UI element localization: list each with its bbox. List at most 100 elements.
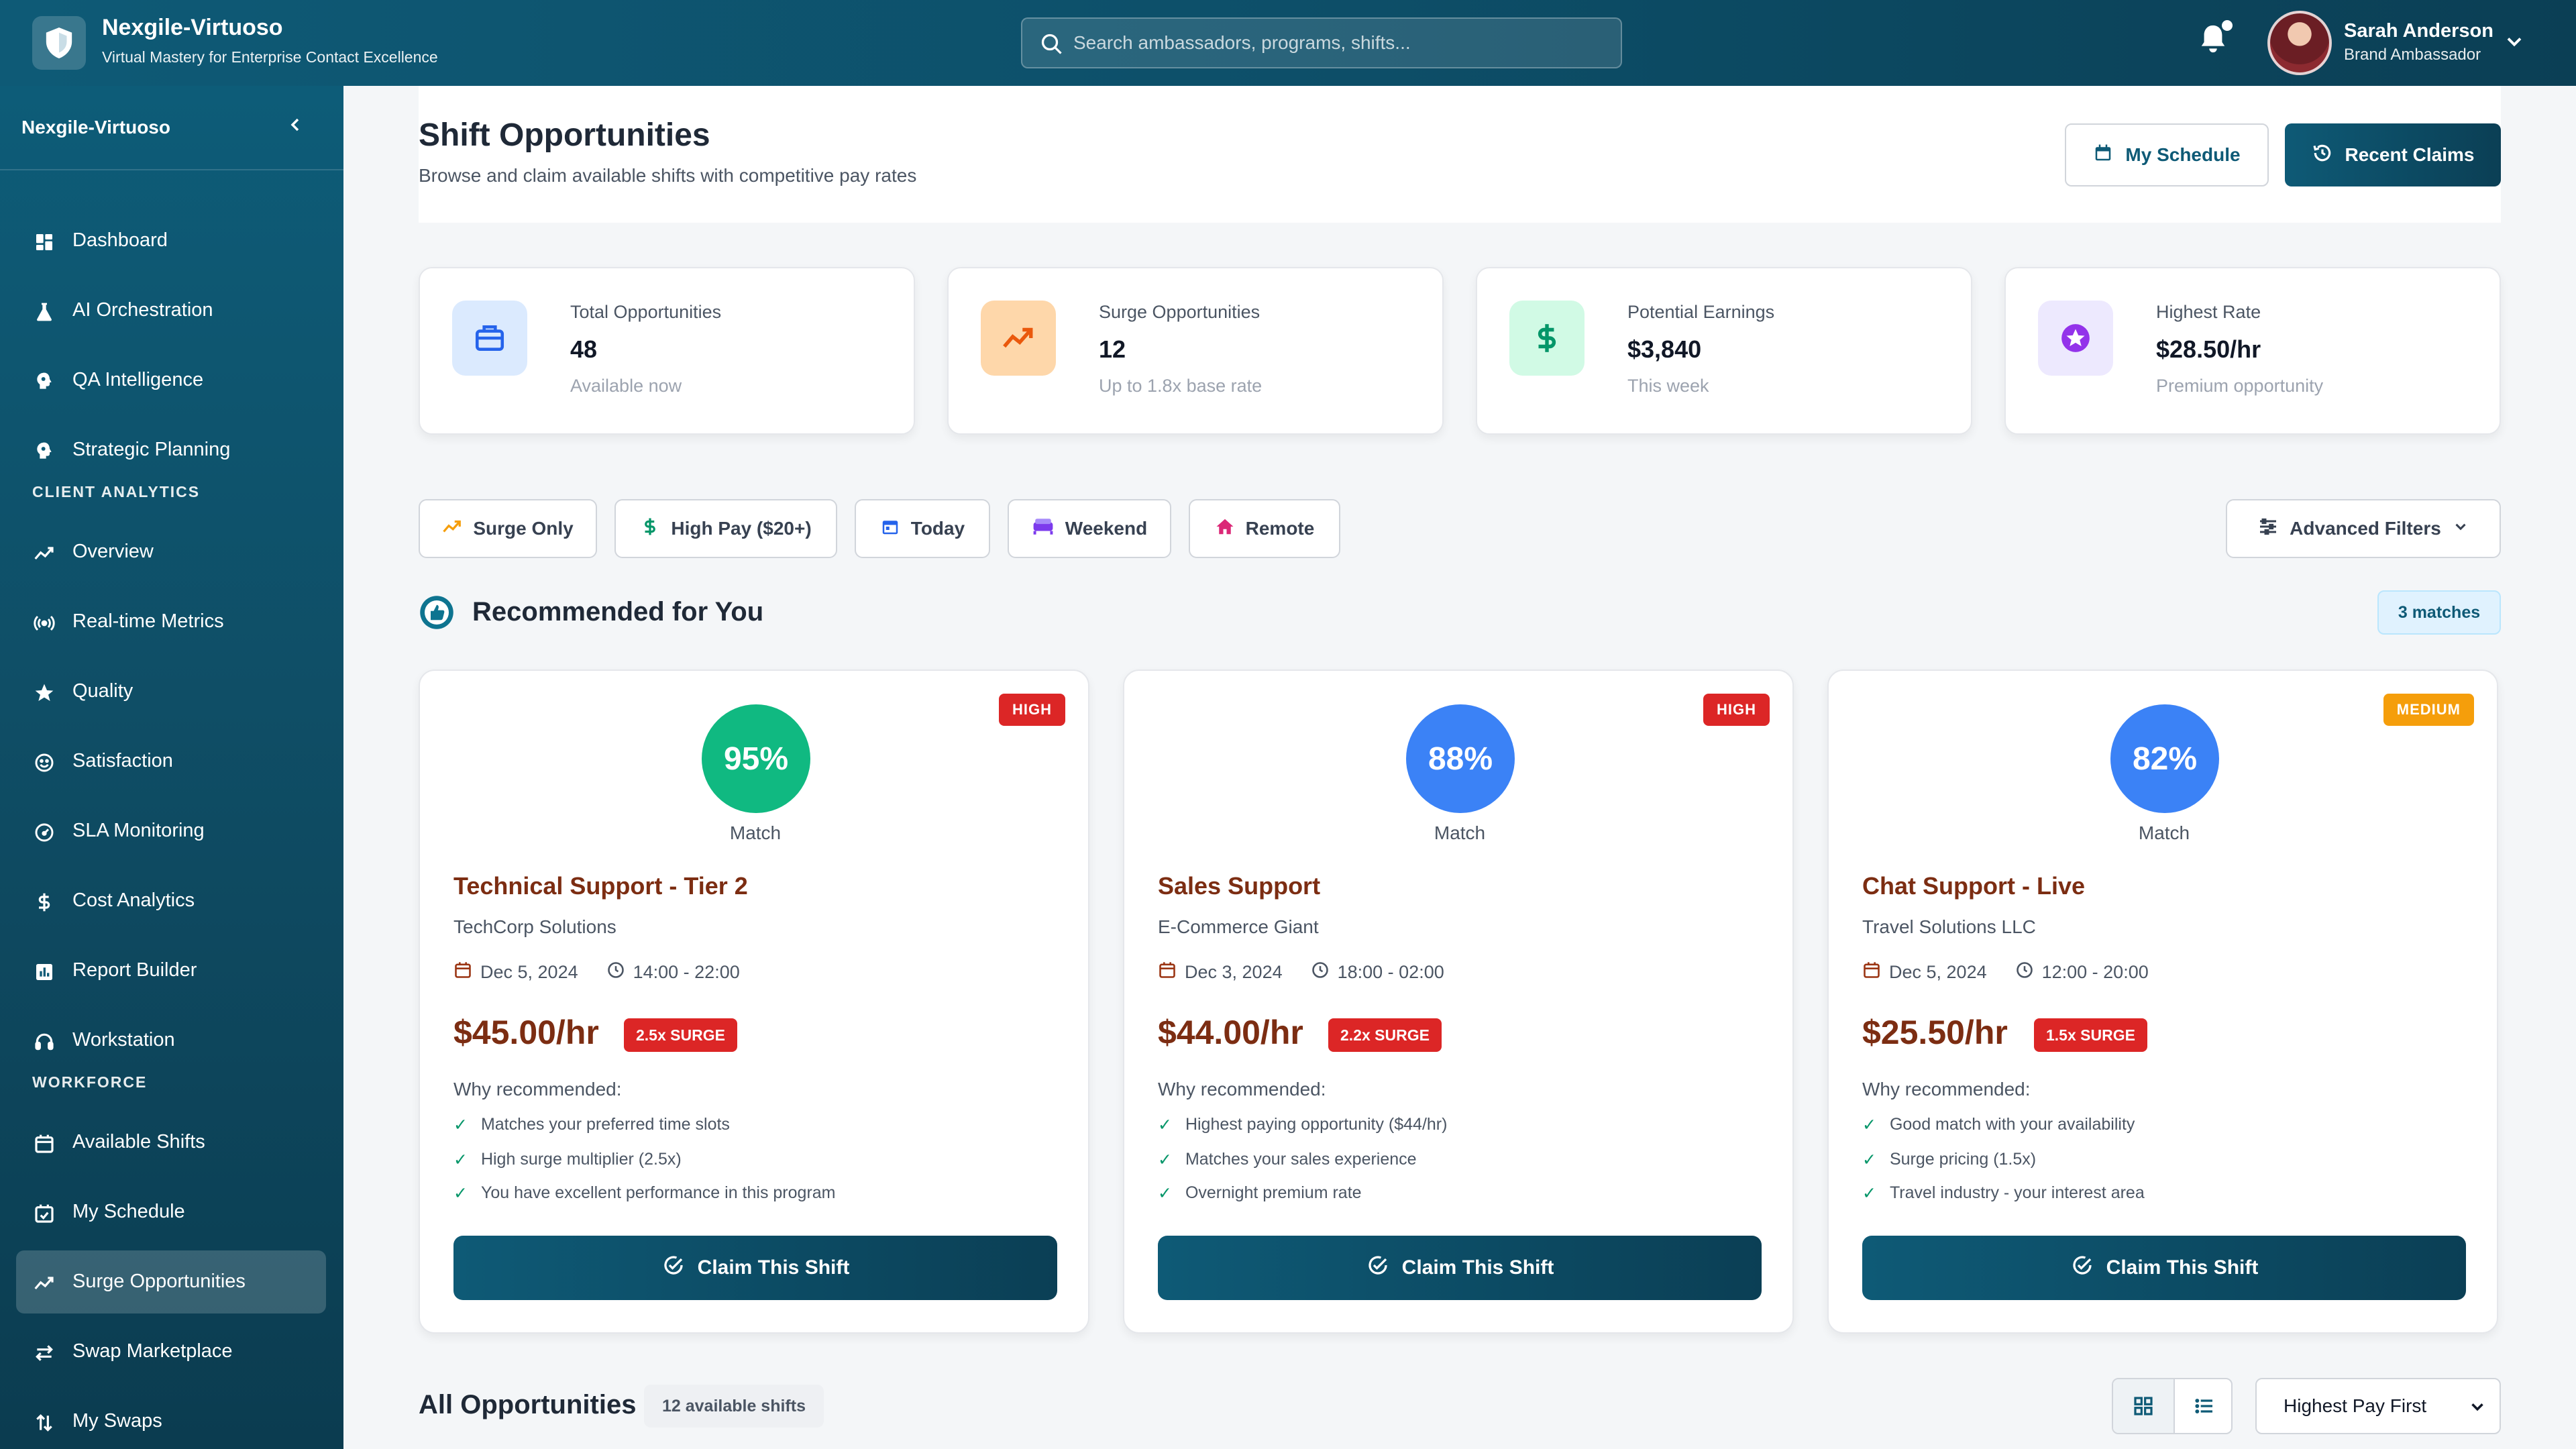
sidebar-item-cost-analytics[interactable]: Cost Analytics [16,869,326,932]
recommended-card: HIGH 95% Match Technical Support - Tier … [419,669,1089,1334]
sidebar: Nexgile-Virtuoso Dashboard AI Orchestrat… [0,86,343,1449]
recommended-card: HIGH 88% Match Sales Support E-Commerce … [1123,669,1794,1334]
recommended-title: Recommended for You [472,597,764,627]
sidebar-item-strategic-planning[interactable]: Strategic Planning [16,419,326,482]
why-recommended-label: Why recommended: [1158,1079,1326,1099]
surge-badge: 2.2x SURGE [1328,1018,1442,1052]
sliders-icon [2257,516,2279,542]
why-recommended-label: Why recommended: [1862,1079,2031,1099]
company-name: E-Commerce Giant [1158,916,1319,937]
match-score: 95% [702,704,810,813]
stat-card-highest-rate: Highest Rate $28.50/hr Premium opportuni… [2004,267,2501,435]
sidebar-item-ai-orchestration[interactable]: AI Orchestration [16,279,326,342]
claim-shift-button[interactable]: Claim This Shift [453,1236,1057,1300]
filter-weekend[interactable]: Weekend [1008,499,1171,558]
sidebar-item-dashboard[interactable]: Dashboard [16,209,326,272]
brain-icon [34,441,55,462]
priority-badge: HIGH [1703,694,1770,726]
advanced-filters-button[interactable]: Advanced Filters [2226,499,2501,558]
reason-item: ✓ Travel industry - your interest area [1862,1183,2145,1203]
chip-label: Today [910,518,965,539]
reason-text: Surge pricing (1.5x) [1889,1150,2037,1169]
recent-claims-button[interactable]: Recent Claims [2285,123,2501,186]
reason-text: Matches your sales experience [1185,1150,1417,1169]
app-subtitle: Virtual Mastery for Enterprise Contact E… [102,48,438,66]
sidebar-item-overview[interactable]: Overview [16,521,326,584]
avatar[interactable] [2267,11,2332,75]
filter-today[interactable]: Today [855,499,990,558]
company-name: TechCorp Solutions [453,916,616,937]
sidebar-item-sla-monitoring[interactable]: SLA Monitoring [16,800,326,863]
sidebar-title: Nexgile-Virtuoso [21,117,170,138]
reason-text: Highest paying opportunity ($44/hr) [1185,1115,1448,1134]
shift-title: Sales Support [1158,872,1321,900]
match-score: 82% [2110,704,2219,813]
sidebar-item-satisfaction[interactable]: Satisfaction [16,730,326,793]
section-workforce: WORKFORCE [32,1073,148,1091]
claim-shift-button[interactable]: Claim This Shift [1862,1236,2466,1300]
list-view-button[interactable] [2174,1379,2231,1433]
sort-select[interactable]: Highest Pay First [2255,1378,2501,1434]
filter-surge-only[interactable]: Surge Only [419,499,597,558]
claim-label: Claim This Shift [1401,1256,1554,1279]
sidebar-item-workstation[interactable]: Workstation [16,1009,326,1072]
dashboard-icon [34,231,55,253]
chevron-left-icon[interactable] [284,114,306,139]
reason-text: High surge multiplier (2.5x) [480,1150,682,1169]
list-icon [2194,1395,2215,1420]
filter-high-pay[interactable]: High Pay ($20+) [614,499,837,558]
reason-item: ✓ Surge pricing (1.5x) [1862,1150,2036,1170]
shield-logo-icon [32,16,86,70]
grid-view-button[interactable] [2113,1379,2174,1433]
stat-sub: This week [1627,376,1709,396]
sidebar-item-report-builder[interactable]: Report Builder [16,939,326,1002]
stat-value: $28.50/hr [2156,335,2261,363]
sidebar-item-label: Satisfaction [72,750,173,771]
search-bar[interactable] [1021,17,1622,68]
reason-text: Matches your preferred time slots [480,1115,730,1134]
chevron-down-icon [2452,518,2469,540]
stat-sub: Up to 1.8x base rate [1099,376,1263,396]
calendar-icon [880,517,900,541]
sidebar-item-label: Workstation [72,1029,175,1051]
available-count-badge: 12 available shifts [644,1385,824,1428]
weekend-icon [1032,517,1055,541]
stat-label: Potential Earnings [1627,302,1775,322]
sidebar-item-label: Surge Opportunities [72,1271,246,1292]
reason-text: Good match with your availability [1889,1115,2135,1134]
all-opportunities-title: All Opportunities [419,1390,637,1419]
chevron-down-icon [2467,1397,2487,1421]
my-schedule-button[interactable]: My Schedule [2065,123,2269,186]
sidebar-item-quality[interactable]: Quality [16,660,326,723]
match-label: Match [2138,822,2190,843]
sidebar-item-my-schedule[interactable]: My Schedule [16,1181,326,1244]
thumbs-up-icon [419,594,455,634]
pay-rate: $25.50/hr [1862,1014,2008,1051]
priority-badge: HIGH [999,694,1065,726]
grid-icon [2133,1395,2154,1420]
sidebar-item-real-time-metrics[interactable]: Real-time Metrics [16,590,326,653]
sidebar-item-surge-opportunities[interactable]: Surge Opportunities [16,1250,326,1313]
sidebar-item-label: My Swaps [72,1410,162,1432]
sidebar-item-qa-intelligence[interactable]: QA Intelligence [16,349,326,412]
why-recommended-label: Why recommended: [453,1079,622,1099]
calendar-icon [1862,961,1881,984]
recommended-card: MEDIUM 82% Match Chat Support - Live Tra… [1827,669,2498,1334]
history-icon [2312,142,2333,168]
filter-remote[interactable]: Remote [1189,499,1340,558]
match-label: Match [729,822,782,843]
chip-label: Remote [1245,518,1315,539]
sidebar-item-label: My Schedule [72,1201,185,1222]
sidebar-item-swap-marketplace[interactable]: Swap Marketplace [16,1320,326,1383]
notifications-bell-icon[interactable] [2198,20,2233,60]
chevron-down-icon[interactable] [2502,30,2526,57]
reason-item: ✓ Matches your sales experience [1158,1150,1417,1170]
reason-item: ✓ Highest paying opportunity ($44/hr) [1158,1115,1447,1135]
sidebar-item-my-swaps[interactable]: My Swaps [16,1390,326,1449]
sidebar-item-available-shifts[interactable]: Available Shifts [16,1111,326,1174]
reason-text: You have excellent performance in this p… [480,1183,836,1202]
claim-shift-button[interactable]: Claim This Shift [1158,1236,1762,1300]
matches-count-badge: 3 matches [2377,590,2501,635]
search-input[interactable] [1073,32,1597,54]
stat-label: Highest Rate [2156,302,2261,322]
